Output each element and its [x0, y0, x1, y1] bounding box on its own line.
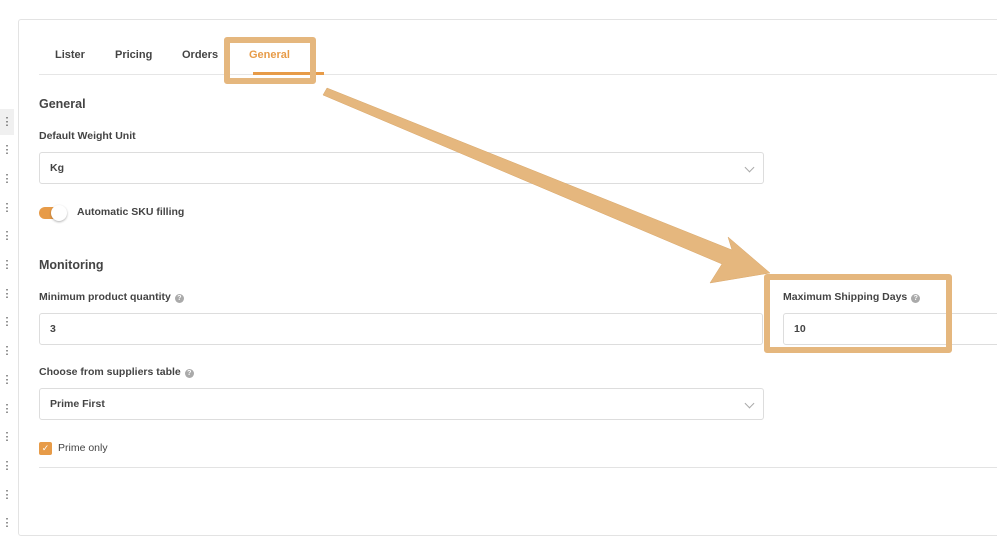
drag-handle-icon[interactable]: ⋮ — [0, 310, 14, 336]
chevron-down-icon — [744, 162, 755, 173]
toggle-knob — [51, 205, 67, 221]
prime-only-label: Prime only — [58, 442, 108, 454]
drag-handle-icon[interactable]: ⋮ — [0, 166, 14, 192]
weight-unit-label: Default Weight Unit — [39, 130, 136, 142]
min-qty-input[interactable]: 3 — [39, 313, 763, 345]
drag-handle-icon[interactable]: ⋮ — [0, 339, 14, 365]
drag-handle-icon[interactable]: ⋮ — [0, 482, 14, 508]
tab-orders[interactable]: Orders — [182, 49, 218, 61]
drag-handle-icon[interactable]: ⋮ — [0, 511, 14, 537]
drag-handle-icon[interactable]: ⋮ — [0, 396, 14, 422]
drag-handle-icon[interactable]: ⋮ — [0, 253, 14, 279]
drag-handle-icon[interactable]: ⋮ — [0, 138, 14, 164]
suppliers-select[interactable]: Prime First — [39, 388, 764, 420]
min-qty-label-text: Minimum product quantity — [39, 291, 171, 303]
section-title-monitoring: Monitoring — [39, 258, 104, 272]
drag-handle-icon[interactable]: ⋮ — [0, 281, 14, 307]
prime-only-checkbox[interactable]: ✓ — [39, 442, 52, 455]
drag-handle-icon[interactable]: ⋮ — [0, 224, 14, 250]
sku-toggle[interactable] — [39, 205, 67, 221]
annotation-highlight-field — [764, 274, 952, 353]
chevron-down-icon — [744, 398, 755, 409]
min-qty-label: Minimum product quantity? — [39, 291, 184, 303]
section-title-general: General — [39, 97, 86, 111]
sku-label: Automatic SKU filling — [77, 206, 185, 218]
tab-lister[interactable]: Lister — [55, 49, 85, 61]
help-icon[interactable]: ? — [184, 369, 194, 378]
tab-pricing[interactable]: Pricing — [115, 49, 152, 61]
weight-unit-value: Kg — [50, 162, 64, 174]
drag-handle-icon[interactable]: ⋮ — [0, 367, 14, 393]
row-handle-strip: ⋮ ⋮ ⋮ ⋮ ⋮ ⋮ ⋮ ⋮ ⋮ ⋮ ⋮ ⋮ ⋮ ⋮ ⋮ — [0, 0, 14, 556]
suppliers-label: Choose from suppliers table? — [39, 366, 194, 378]
suppliers-label-text: Choose from suppliers table — [39, 366, 181, 378]
tab-bar: Lister Pricing Orders General — [39, 20, 997, 75]
help-icon[interactable]: ? — [174, 294, 184, 303]
suppliers-value: Prime First — [50, 398, 105, 410]
annotation-highlight-tab — [224, 37, 316, 84]
drag-handle-icon[interactable]: ⋮ — [0, 109, 14, 135]
divider — [39, 467, 997, 468]
weight-unit-select[interactable]: Kg — [39, 152, 764, 184]
drag-handle-icon[interactable]: ⋮ — [0, 195, 14, 221]
drag-handle-icon[interactable]: ⋮ — [0, 425, 14, 451]
drag-handle-icon[interactable]: ⋮ — [0, 453, 14, 479]
